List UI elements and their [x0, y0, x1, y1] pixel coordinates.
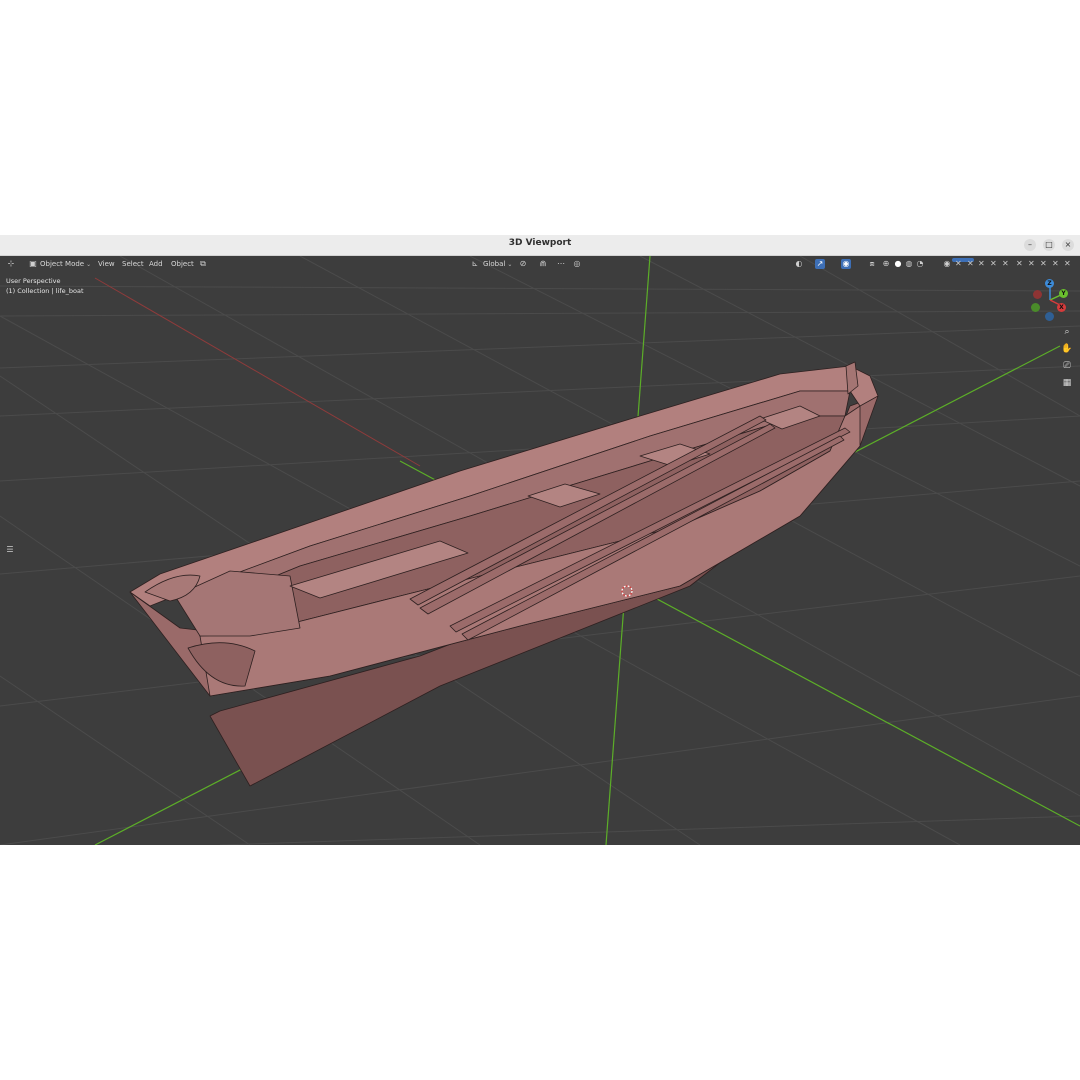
camera-icon[interactable]: ⎚ — [1061, 360, 1073, 372]
viewport-header: ⊹ ▣ Object Mode ⌄ View Select Add Object … — [0, 256, 1080, 273]
solid-icon[interactable]: ● — [893, 259, 903, 269]
xray-icon[interactable]: ⧈ — [867, 259, 877, 269]
pivot-icon[interactable]: ⊘ — [518, 259, 528, 269]
mode-selector[interactable]: Object Mode ⌄ — [40, 260, 91, 268]
x-icon[interactable]: ✕ — [1052, 259, 1059, 268]
gizmo-neg-x[interactable] — [1033, 290, 1042, 299]
maximize-button[interactable]: □ — [1043, 239, 1055, 251]
menu-object[interactable]: Object — [171, 260, 194, 268]
close-button[interactable]: × — [1062, 239, 1074, 251]
x-icon[interactable]: ✕ — [967, 259, 974, 268]
mode-label: Object Mode — [40, 260, 85, 268]
menu-view[interactable]: View — [98, 260, 115, 268]
transform-orientation-selector[interactable]: Global ⌄ — [483, 260, 512, 268]
gizmo-x-axis[interactable]: X — [1057, 303, 1066, 312]
menu-add[interactable]: Add — [149, 260, 163, 268]
x-icon[interactable]: ✕ — [990, 259, 997, 268]
view-name: User Perspective — [6, 277, 61, 285]
pan-hand-icon[interactable]: ✋ — [1061, 343, 1073, 355]
gizmo-neg-z[interactable] — [1045, 312, 1054, 321]
orientation-label: Global — [483, 260, 506, 268]
material-icon[interactable]: ◍ — [904, 259, 914, 269]
chevron-down-icon: ⌄ — [86, 261, 92, 268]
scene-canvas[interactable] — [0, 256, 1080, 845]
x-icon[interactable]: ✕ — [1040, 259, 1047, 268]
gizmo-icon[interactable]: ↗ — [815, 259, 825, 269]
menu-select[interactable]: Select — [122, 260, 144, 268]
life-boat-mesh[interactable] — [129, 361, 879, 787]
orientation-icon: ⊾ — [471, 259, 479, 268]
object-mode-icon: ▣ — [29, 259, 37, 268]
window-title: 3D Viewport — [508, 238, 572, 248]
gizmo-neg-y[interactable] — [1031, 303, 1040, 312]
title-bar: 3D Viewport – □ × — [0, 235, 1080, 256]
snap-target-icon[interactable]: ⋯ — [556, 259, 566, 269]
gizmo-y-axis[interactable]: Y — [1059, 289, 1068, 298]
minimize-button[interactable]: – — [1024, 239, 1036, 251]
x-icon[interactable]: ✕ — [955, 259, 962, 268]
overlay-icon[interactable]: ◉ — [841, 259, 851, 269]
visibility-icon[interactable]: ◐ — [794, 259, 804, 269]
eye-icon[interactable]: ◉ — [942, 259, 952, 269]
zoom-icon[interactable]: ⌕ — [1061, 326, 1073, 338]
app-window: 3D Viewport – □ × ⊹ ▣ Object Mode ⌄ View… — [0, 235, 1080, 845]
x-icon[interactable]: ✕ — [1016, 259, 1023, 268]
snap-icon[interactable]: ⋒ — [538, 259, 548, 269]
3d-viewport[interactable]: ⊹ ▣ Object Mode ⌄ View Select Add Object … — [0, 256, 1080, 845]
x-icon[interactable]: ✕ — [1064, 259, 1071, 268]
collection-label: (1) Collection | life_boat — [6, 287, 84, 295]
x-icon[interactable]: ✕ — [978, 259, 985, 268]
x-icon[interactable]: ✕ — [1028, 259, 1035, 268]
gizmo-z-axis[interactable]: Z — [1045, 279, 1054, 288]
grid-icon[interactable]: ▦ — [1061, 377, 1073, 389]
chevron-down-icon: ⌄ — [507, 261, 513, 268]
options-icon[interactable]: ⧉ — [198, 259, 208, 269]
axes-icon[interactable]: ⊹ — [6, 259, 16, 269]
x-axis-line — [94, 277, 421, 467]
wireframe-icon[interactable]: ⊕ — [881, 259, 891, 269]
x-icon[interactable]: ✕ — [1002, 259, 1009, 268]
rendered-icon[interactable]: ◔ — [915, 259, 925, 269]
proportional-edit-icon[interactable]: ◎ — [572, 259, 582, 269]
tool-shelf-icon[interactable]: ☰ — [4, 544, 16, 556]
